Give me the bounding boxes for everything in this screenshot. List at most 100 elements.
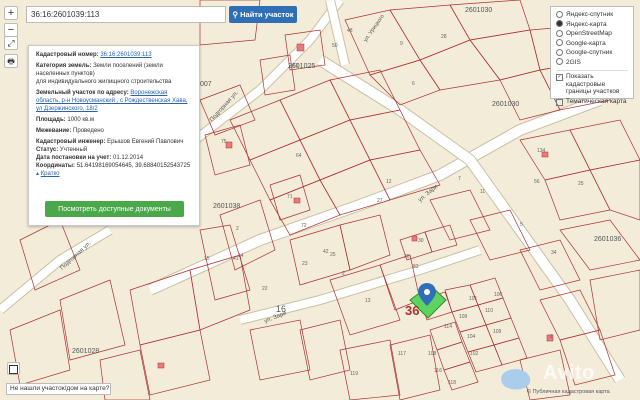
parcel-number: 22 <box>262 286 268 292</box>
parcel-number: 48 <box>347 28 353 34</box>
radio-icon[interactable] <box>556 39 563 47</box>
block-label: 2601036 <box>594 236 621 243</box>
search-icon: ⚲ <box>232 10 241 19</box>
overlay-layer-option[interactable]: ✓ Показать кадастровые границы участков <box>556 73 628 96</box>
base-layer-option[interactable]: Google-карта <box>556 39 628 49</box>
parcel-number: 118 <box>448 380 456 386</box>
parcel-number: 6 <box>412 81 415 87</box>
parcel-number: 101 <box>469 296 478 302</box>
parcel-number: 42 <box>323 249 329 255</box>
base-layer-label: Яндекс-карта <box>566 20 607 28</box>
block-label: 2601030 <box>492 101 519 108</box>
overlay-layer-label: Тематическая карта <box>566 97 627 105</box>
parcel-number: 13 <box>365 298 371 304</box>
area-label: Площадь: <box>36 117 66 123</box>
radio-icon[interactable] <box>556 58 563 66</box>
coordinates-value: 51.64198169054645, 39.68840152543725 <box>76 163 191 169</box>
base-layer-option[interactable]: Яндекс-карта <box>556 20 628 30</box>
parcel-number: 9 <box>400 41 403 47</box>
engineer-label: Кадастровый инженер: <box>36 139 106 145</box>
layer-switcher: Яндекс-спутник Яндекс-карта OpenStreetMap G… <box>550 6 634 106</box>
engineer-value: Ерышов Евгений Павлович <box>107 139 184 145</box>
registration-date-value: 01.12.2014 <box>113 155 144 161</box>
base-layer-label: 2GIS <box>566 58 581 66</box>
parcel-number: 2 <box>236 226 239 232</box>
cadastral-number-label: Кадастровый номер: <box>36 52 99 58</box>
coordinates-label: Координаты: <box>36 163 76 169</box>
find-parcel-button[interactable]: ⚲ Найти участок <box>229 6 297 23</box>
permitted-use-value: для индивидуального жилищного строительс… <box>36 79 172 85</box>
area-value: 1000 кв.м <box>67 117 94 123</box>
parcel-number: 110 <box>485 308 493 314</box>
parcel-info-panel: Кадастровый номер: 36:16:2601039:113 Кат… <box>28 45 200 226</box>
parcel-number: 26 <box>404 254 410 260</box>
block-label: 007 <box>200 81 212 88</box>
radio-icon[interactable] <box>556 10 563 18</box>
parcel-number: 61 <box>293 63 299 69</box>
block-label: 36 <box>405 303 419 318</box>
parcel-number: 41 <box>233 256 239 262</box>
base-layer-label: OpenStreetMap <box>566 30 612 37</box>
find-parcel-label: Найти участок <box>240 10 294 19</box>
parcel-number: 14 <box>238 253 244 259</box>
block-label: 2601030 <box>465 7 492 14</box>
parcel-number: 106 <box>494 292 503 298</box>
parcel-number: 11 <box>480 189 485 195</box>
fullscreen-icon[interactable]: ⤢ <box>4 36 18 50</box>
radio-icon[interactable] <box>556 48 563 56</box>
base-layer-option[interactable]: Google-спутник <box>556 48 628 58</box>
parcel-number: 104 <box>467 334 476 340</box>
checkbox-icon[interactable] <box>556 98 563 106</box>
parcel-number: 34 <box>551 250 557 256</box>
map-corner-button[interactable] <box>7 362 20 375</box>
parcel-number: 28 <box>441 34 447 40</box>
parcel-number: 5 <box>520 222 523 228</box>
checkbox-icon[interactable]: ✓ <box>556 74 563 81</box>
radio-icon[interactable] <box>556 29 563 37</box>
parcel-number: 25 <box>330 252 336 258</box>
parcel-number: 71 <box>287 194 293 200</box>
registration-date-label: Дата постановки на учет: <box>36 155 112 161</box>
base-layer-label: Яндекс-спутник <box>566 11 614 18</box>
base-layer-option[interactable]: OpenStreetMap <box>556 29 628 39</box>
parcel-number: 117 <box>398 351 406 357</box>
parcel-number: 27 <box>377 198 383 204</box>
parcel-number: 116 <box>434 368 442 374</box>
parcel-not-found-bar[interactable]: Не нашли участок/дом на карте? <box>6 383 111 395</box>
search-input[interactable] <box>26 6 226 23</box>
view-documents-button[interactable]: Посмотреть доступные документы <box>45 201 184 217</box>
status-value: Учтенный <box>59 147 88 153</box>
survey-label: Межевание: <box>36 128 72 134</box>
parcel-number: 109 <box>493 329 502 335</box>
parcel-number: 30 <box>418 238 424 244</box>
parcel-number: 50 <box>332 43 338 49</box>
survey-value: Проведено <box>73 128 104 134</box>
parcel-number: 83 <box>413 264 419 270</box>
zoom-in-button[interactable]: + <box>4 6 18 20</box>
parcel-number: 12 <box>386 179 392 185</box>
parcel-number: 119 <box>350 371 358 377</box>
parcel-number: 75 <box>221 139 227 145</box>
frame-icon <box>9 365 18 374</box>
radio-icon[interactable] <box>556 20 563 28</box>
parcel-number: 7 <box>458 176 461 182</box>
zoom-out-button[interactable]: − <box>4 23 18 37</box>
avito-watermark: Avito <box>543 362 595 384</box>
base-layer-option[interactable]: Яндекс-спутник <box>556 10 628 20</box>
parcel-number: 25 <box>578 181 584 187</box>
address-label: Земельный участок по адресу: <box>36 90 129 96</box>
parcel-number: 114 <box>444 324 452 330</box>
parcel-number: 23 <box>302 261 308 267</box>
block-label: 2601038 <box>213 203 240 210</box>
print-icon[interactable]: 🖶 <box>4 54 18 68</box>
parcel-number: 2 <box>550 334 553 340</box>
parcel-number: 109 <box>459 314 468 320</box>
parcel-number: 15 <box>204 256 210 262</box>
parcel-number: 108 <box>428 351 437 357</box>
parcel-number: 56 <box>534 179 540 185</box>
collapse-link[interactable]: Кратко <box>41 171 60 177</box>
base-layer-option[interactable]: 2GIS <box>556 58 628 68</box>
land-category-label: Категория земель: <box>36 63 92 69</box>
cadastral-number-link[interactable]: 36:16:2601039:113 <box>100 52 151 58</box>
overlay-layer-option[interactable]: Тематическая карта <box>556 98 628 106</box>
